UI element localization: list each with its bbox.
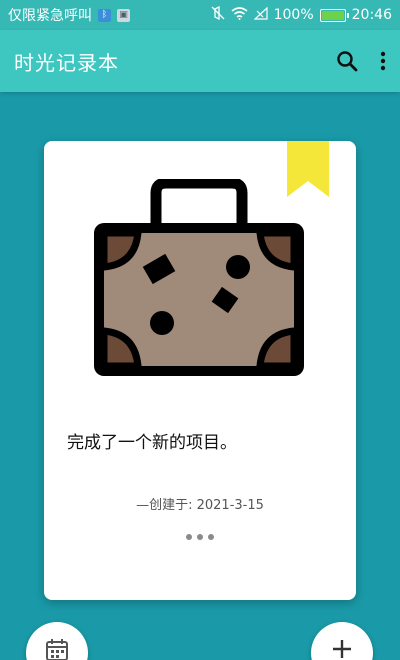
dot-icon	[186, 534, 192, 540]
status-bar: 仅限紧急呼叫 ᛒ ▣ 100% 20:46	[0, 0, 400, 30]
app-actions	[336, 50, 386, 72]
created-date: —创建于: 2021-3-15	[136, 498, 264, 513]
status-right: 100% 20:46	[211, 5, 392, 24]
battery-percent: 100%	[273, 7, 314, 23]
status-left: 仅限紧急呼叫 ᛒ ▣	[8, 5, 130, 25]
more-options-button[interactable]	[186, 532, 214, 542]
search-icon[interactable]	[336, 50, 358, 72]
entry-card[interactable]: 完成了一个新的项目。 —创建于: 2021-3-15	[44, 141, 356, 600]
battery-icon	[319, 8, 349, 22]
plus-icon	[331, 638, 353, 660]
mute-icon	[211, 5, 225, 24]
bluetooth-icon: ᛒ	[98, 8, 111, 22]
calendar-button[interactable]	[26, 622, 88, 660]
add-entry-button[interactable]	[311, 622, 373, 660]
signal-icon	[253, 6, 268, 24]
dot-icon	[208, 534, 214, 540]
entry-text: 完成了一个新的项目。	[67, 433, 237, 453]
app-title: 时光记录本	[14, 50, 119, 75]
status-time: 20:46	[351, 7, 392, 23]
image-icon: ▣	[117, 8, 130, 22]
wifi-icon	[231, 6, 248, 24]
dot-icon	[197, 534, 203, 540]
app-bar: 时光记录本	[0, 30, 400, 92]
carrier-text: 仅限紧急呼叫	[8, 8, 92, 24]
calendar-icon	[45, 638, 69, 660]
more-vert-icon[interactable]	[380, 51, 386, 71]
suitcase-icon	[88, 177, 310, 389]
